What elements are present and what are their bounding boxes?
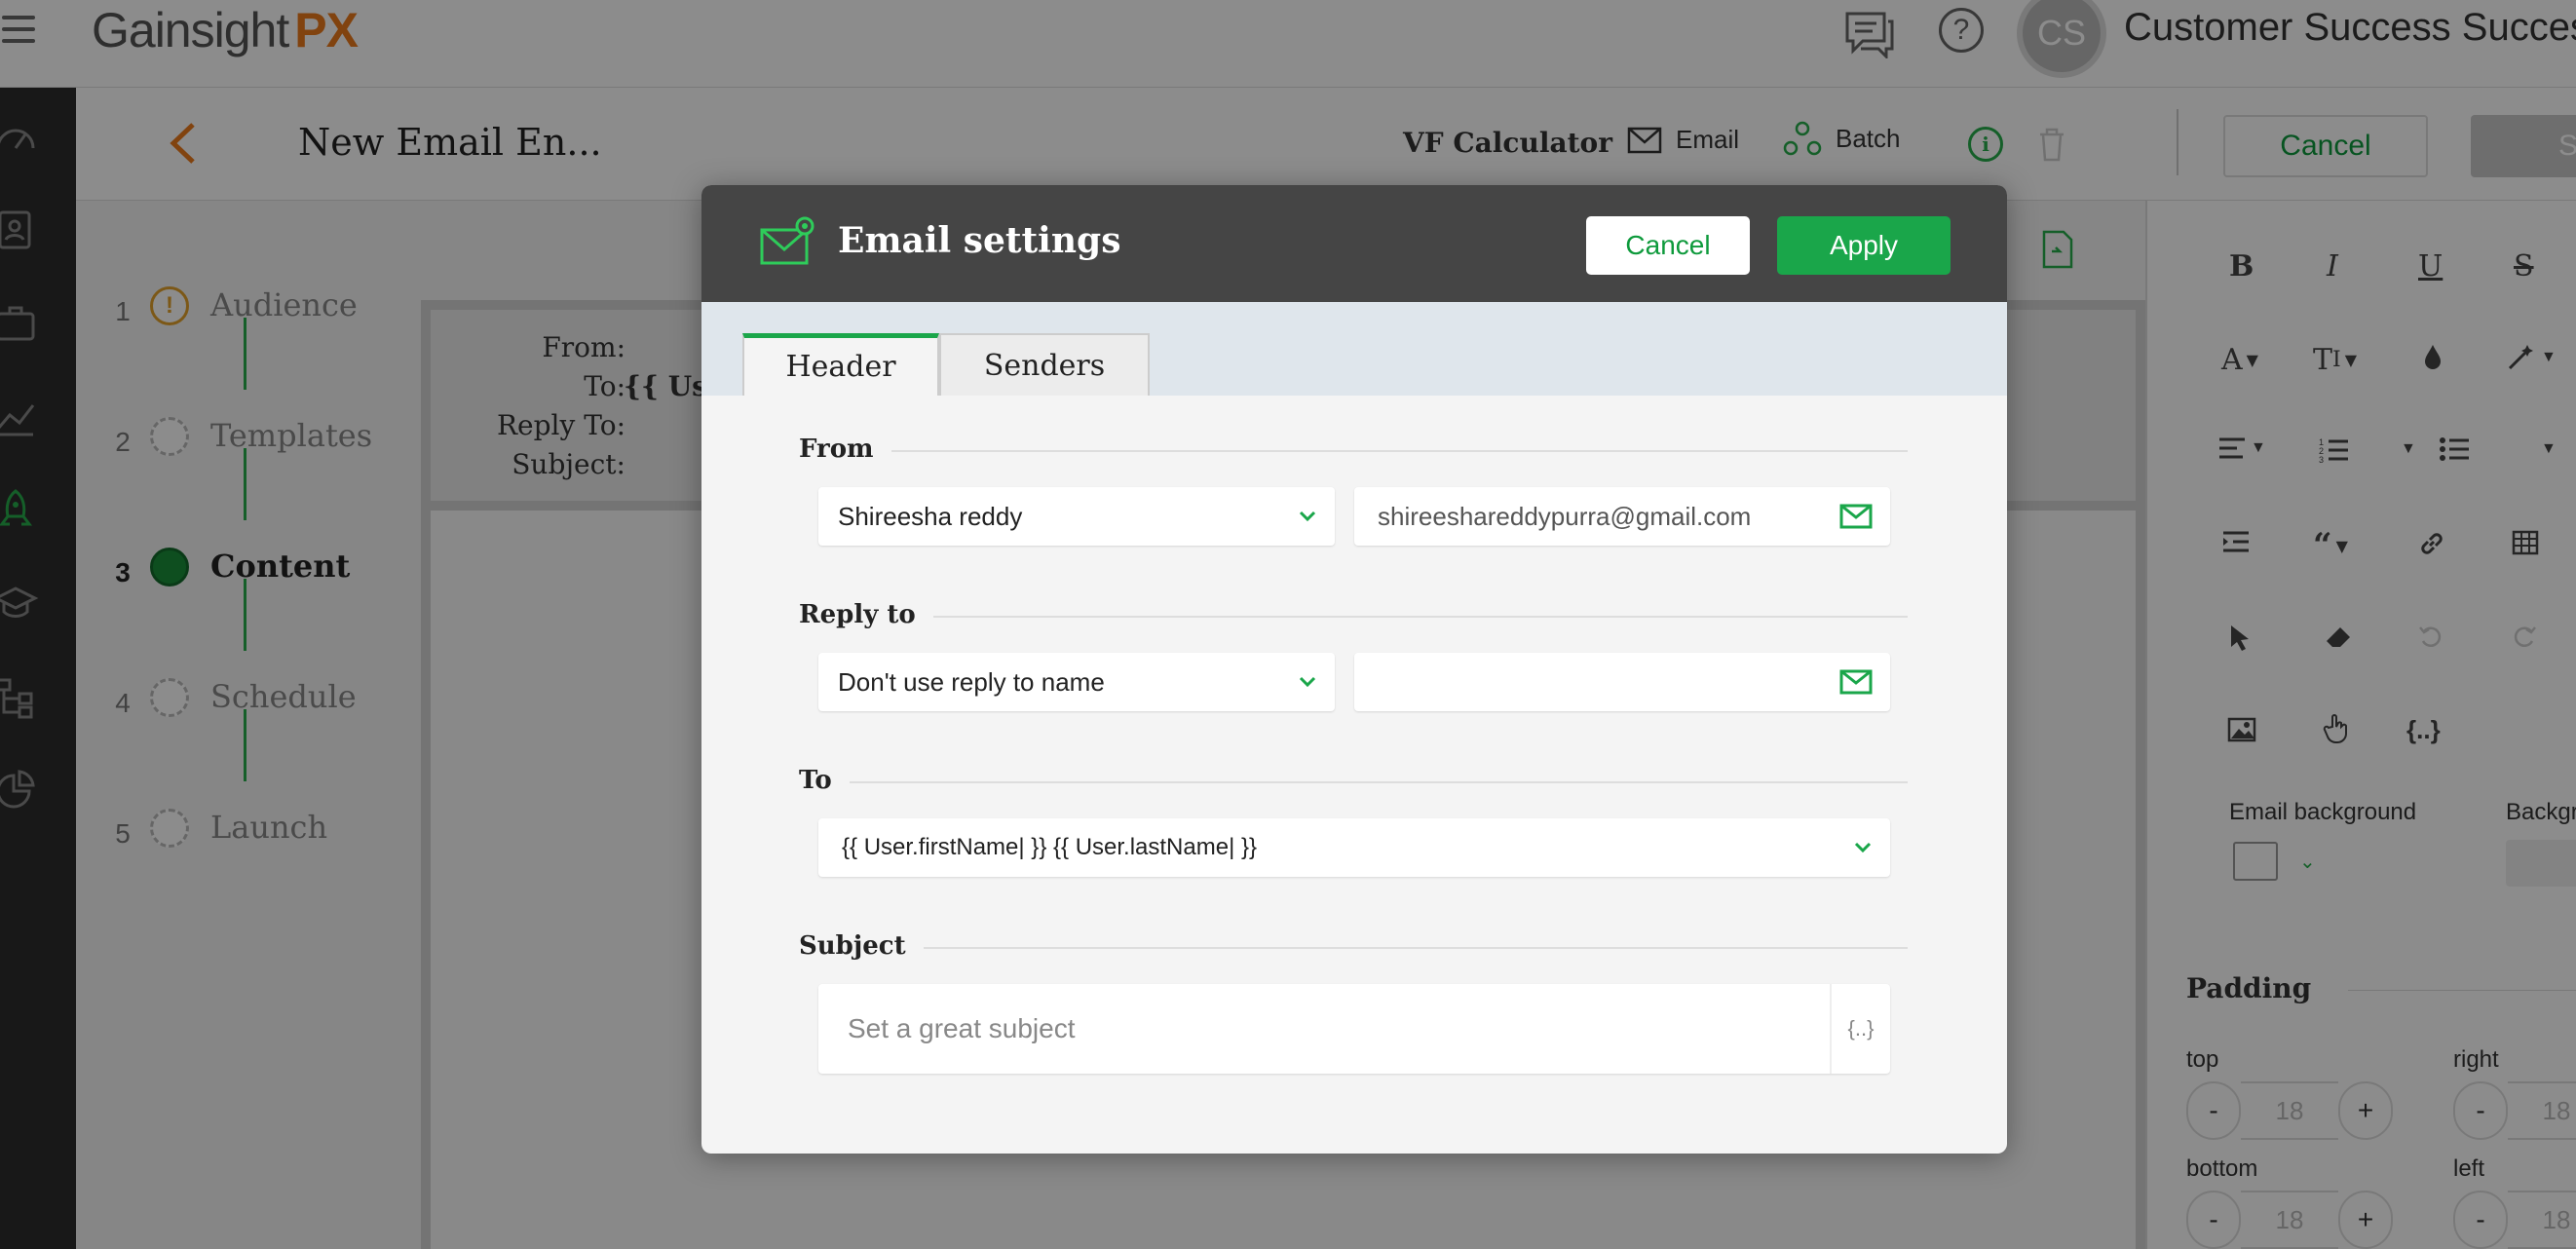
dialog-header: Email settings Cancel Apply <box>701 185 2007 302</box>
tab-header[interactable]: Header <box>742 333 939 396</box>
subject-label: Subject <box>799 931 924 961</box>
reply-to-name-select[interactable]: Don't use reply to name <box>818 653 1335 711</box>
from-email-field[interactable]: shireeshareddypurra@gmail.com <box>1354 487 1890 546</box>
email-settings-icon <box>758 214 818 269</box>
from-divider <box>799 450 1908 452</box>
to-divider <box>799 781 1908 783</box>
from-name-select[interactable]: Shireesha reddy <box>818 487 1335 546</box>
chevron-down-icon <box>1854 842 1872 853</box>
to-recipient-select[interactable]: {{ User.firstName| }} {{ User.lastName| … <box>818 818 1890 877</box>
envelope-icon[interactable] <box>1839 669 1873 695</box>
chevron-down-icon <box>1299 676 1316 688</box>
dialog-title: Email settings <box>838 220 1121 261</box>
reply-to-label: Reply to <box>799 600 933 629</box>
from-label: From <box>799 435 891 464</box>
dialog-tabs: Header Senders <box>701 302 2007 396</box>
subject-divider <box>799 947 1908 949</box>
to-label: To <box>799 766 850 795</box>
from-email-value: shireeshareddypurra@gmail.com <box>1378 501 1752 531</box>
from-name-value: Shireesha reddy <box>838 501 1023 531</box>
apply-button[interactable]: Apply <box>1777 216 1951 275</box>
subject-field: {..} <box>818 984 1890 1074</box>
cancel-button[interactable]: Cancel <box>1586 216 1750 275</box>
reply-to-email-field[interactable] <box>1354 653 1890 711</box>
merge-field-icon[interactable]: {..} <box>1830 984 1890 1074</box>
subject-input[interactable] <box>818 984 1832 1074</box>
tab-senders[interactable]: Senders <box>939 333 1150 396</box>
to-recipient-value: {{ User.firstName| }} {{ User.lastName| … <box>842 834 1258 860</box>
envelope-icon[interactable] <box>1839 504 1873 529</box>
email-settings-dialog: Email settings Cancel Apply Header Sende… <box>701 185 2007 1154</box>
chevron-down-icon <box>1299 511 1316 522</box>
reply-to-divider <box>799 616 1908 618</box>
reply-to-name-value: Don't use reply to name <box>838 666 1105 697</box>
